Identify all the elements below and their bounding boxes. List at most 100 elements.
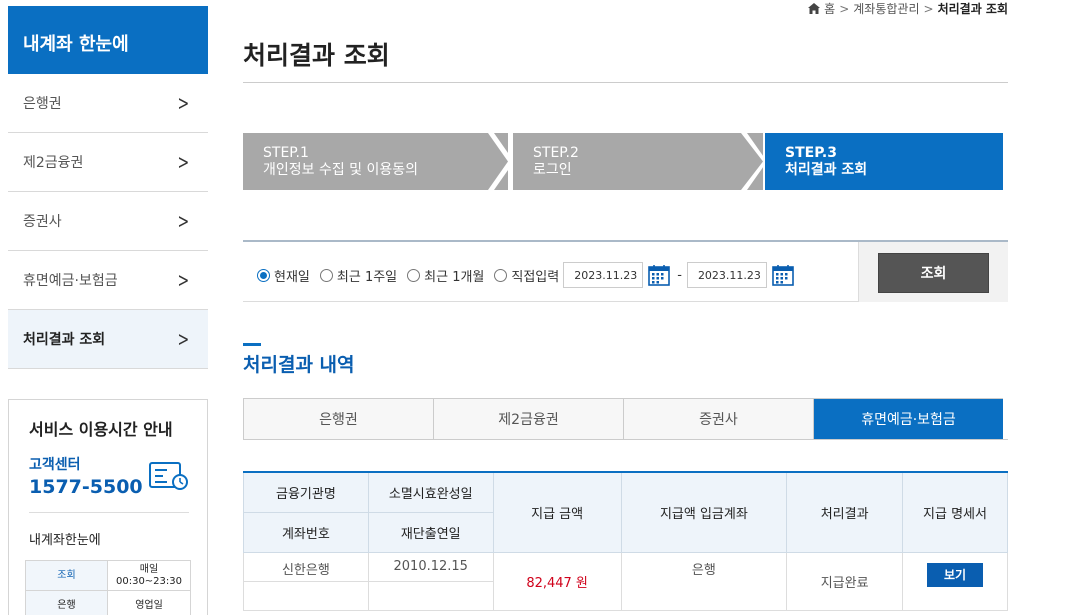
search-button[interactable]: 조회 bbox=[878, 253, 989, 293]
chevron-right-icon: > bbox=[177, 268, 190, 292]
divider bbox=[29, 512, 189, 513]
cell-result: 지급완료 bbox=[786, 551, 904, 611]
chevron-right-icon: > bbox=[923, 1, 934, 16]
header-account-no: 계좌번호 bbox=[243, 511, 369, 553]
tab-bank[interactable]: 은행권 bbox=[244, 399, 434, 439]
cell-institution: 신한은행 bbox=[243, 551, 369, 582]
step-2: STEP.2 로그인 bbox=[513, 133, 763, 190]
radio-label: 직접입력 bbox=[511, 269, 560, 285]
sidebar-item-dormant[interactable]: 휴면예금·보험금 > bbox=[8, 251, 208, 310]
category-tabs: 은행권 제2금융권 증권사 휴면예금·보험금 bbox=[243, 398, 1003, 440]
tab-securities[interactable]: 증권사 bbox=[624, 399, 814, 439]
step-label: 처리결과 조회 bbox=[785, 162, 868, 178]
header-result: 처리결과 bbox=[786, 471, 904, 553]
sidebar-item-label: 처리결과 조회 bbox=[23, 332, 106, 348]
radio-unchecked-icon bbox=[319, 268, 333, 282]
radio-1week[interactable]: 최근 1주일 bbox=[319, 266, 398, 285]
service-hours-title: 서비스 이용시간 안내 bbox=[29, 420, 173, 439]
service-row-value: 매일 00:30~23:30 bbox=[107, 560, 191, 591]
cell-statement: 보기 bbox=[902, 551, 1008, 611]
tab-second-financial[interactable]: 제2금융권 bbox=[434, 399, 624, 439]
section-marker bbox=[243, 343, 261, 346]
radio-1month[interactable]: 최근 1개월 bbox=[407, 266, 484, 285]
amount-value: 82,447 원 bbox=[526, 575, 588, 591]
customer-center-phone: 1577-5500 bbox=[29, 476, 143, 498]
cell-deposit-account: 은행 bbox=[620, 551, 788, 611]
sidebar-item-securities[interactable]: 증권사 > bbox=[8, 192, 208, 251]
header-statement: 지급 명세서 bbox=[902, 471, 1008, 553]
sidebar-item-label: 제2금융권 bbox=[23, 155, 84, 171]
chevron-right-icon: > bbox=[177, 91, 190, 115]
tab-dormant[interactable]: 휴면예금·보험금 bbox=[814, 399, 1003, 439]
radio-checked-icon bbox=[257, 268, 270, 282]
service-hours-table: 조회 매일 00:30~23:30 은행 영업일 bbox=[25, 560, 191, 615]
service-row-day: 매일 bbox=[139, 563, 159, 575]
home-icon bbox=[808, 3, 821, 14]
cell-account-no bbox=[243, 580, 369, 611]
search-box: 현재일 최근 1주일 최근 1개월 직접입력 2023.11.23 - 2023… bbox=[243, 240, 1008, 302]
step-label: 개인정보 수집 및 이용동의 bbox=[263, 162, 419, 178]
date-range-dash: - bbox=[677, 267, 682, 283]
cell-refund-date bbox=[367, 580, 494, 611]
breadcrumb: 홈 > 계좌통합관리 > 처리결과 조회 bbox=[808, 0, 1008, 17]
calendar-icon[interactable] bbox=[772, 264, 794, 286]
service-hours-box: 서비스 이용시간 안내 고객센터 1577-5500 내계좌한눈에 조회 매일 … bbox=[8, 399, 208, 615]
divider bbox=[243, 82, 1008, 83]
customer-center: 고객센터 1577-5500 bbox=[29, 454, 189, 498]
step-label: 로그인 bbox=[533, 162, 572, 178]
service-row-label: 조회 bbox=[25, 560, 108, 591]
date-to-input[interactable]: 2023.11.23 bbox=[686, 262, 767, 288]
customer-center-label: 고객센터 bbox=[29, 457, 81, 473]
monitor-clock-icon bbox=[149, 462, 188, 490]
header-deposit-account: 지급액 입금계좌 bbox=[620, 471, 788, 553]
view-statement-button[interactable]: 보기 bbox=[927, 562, 984, 587]
radio-unchecked-icon bbox=[494, 268, 508, 282]
sidebar: 내계좌 한눈에 은행권 > 제2금융권 > 증권사 > 휴면예금·보험금 > 처… bbox=[8, 6, 208, 369]
step-1: STEP.1 개인정보 수집 및 이용동의 bbox=[243, 133, 508, 190]
service-row-value: 영업일 bbox=[107, 590, 191, 615]
sidebar-item-label: 휴면예금·보험금 bbox=[23, 273, 118, 289]
sidebar-item-bank[interactable]: 은행권 > bbox=[8, 74, 208, 133]
radio-today[interactable]: 현재일 bbox=[257, 266, 310, 285]
step-indicator: STEP.1 개인정보 수집 및 이용동의 STEP.2 로그인 STEP.3 … bbox=[243, 133, 1003, 190]
calendar-icon[interactable] bbox=[648, 264, 671, 286]
breadcrumb-current: 처리결과 조회 bbox=[937, 2, 1008, 16]
cell-amount: 82,447 원 bbox=[492, 551, 622, 611]
chevron-right-icon: > bbox=[177, 327, 190, 351]
header-extinct-date: 소멸시효완성일 bbox=[367, 471, 494, 513]
header-institution: 금융기관명 bbox=[243, 471, 369, 513]
radio-label: 현재일 bbox=[274, 269, 310, 285]
step-number: STEP.1 bbox=[263, 145, 309, 161]
service-row-time: 00:30~23:30 bbox=[115, 575, 182, 587]
page-title: 처리결과 조회 bbox=[243, 41, 390, 70]
radio-custom[interactable]: 직접입력 bbox=[494, 266, 559, 285]
radio-unchecked-icon bbox=[407, 268, 421, 282]
radio-label: 최근 1주일 bbox=[336, 269, 398, 285]
period-radio-group: 현재일 최근 1주일 최근 1개월 직접입력 2023.11.23 - 2023… bbox=[257, 262, 799, 288]
sidebar-item-label: 증권사 bbox=[23, 214, 62, 230]
breadcrumb-level1[interactable]: 계좌통합관리 bbox=[853, 0, 919, 17]
breadcrumb-home[interactable]: 홈 bbox=[824, 0, 835, 17]
step-3: STEP.3 처리결과 조회 bbox=[765, 133, 1003, 190]
result-table: 금융기관명 소멸시효완성일 지급 금액 지급액 입금계좌 처리결과 지급 명세서… bbox=[243, 471, 1008, 611]
radio-label: 최근 1개월 bbox=[424, 269, 485, 285]
sidebar-menu: 은행권 > 제2금융권 > 증권사 > 휴면예금·보험금 > 처리결과 조회 > bbox=[8, 74, 208, 369]
step-number: STEP.2 bbox=[533, 145, 579, 161]
step-number: STEP.3 bbox=[785, 145, 837, 161]
sidebar-item-result[interactable]: 처리결과 조회 > bbox=[8, 310, 208, 369]
header-refund-date: 재단출연일 bbox=[367, 511, 494, 553]
cell-extinct-date: 2010.12.15 bbox=[367, 551, 494, 582]
divider bbox=[243, 439, 1008, 440]
chevron-right-icon: > bbox=[839, 1, 850, 16]
service-row-label: 은행 bbox=[25, 590, 108, 615]
chevron-right-icon: > bbox=[177, 150, 190, 174]
section-title: 처리결과 내역 bbox=[243, 354, 355, 376]
sidebar-item-second-financial[interactable]: 제2금융권 > bbox=[8, 133, 208, 192]
table-row: 신한은행 2010.12.15 82,447 원 은행 지급완료 보기 bbox=[243, 551, 1008, 611]
header-amount: 지급 금액 bbox=[492, 471, 622, 553]
sidebar-title: 내계좌 한눈에 bbox=[8, 6, 208, 74]
date-from-input[interactable]: 2023.11.23 bbox=[563, 262, 644, 288]
service-sub-title: 내계좌한눈에 bbox=[29, 533, 101, 548]
service-row-label-text: 은행 bbox=[57, 599, 76, 611]
chevron-right-icon: > bbox=[177, 209, 190, 233]
